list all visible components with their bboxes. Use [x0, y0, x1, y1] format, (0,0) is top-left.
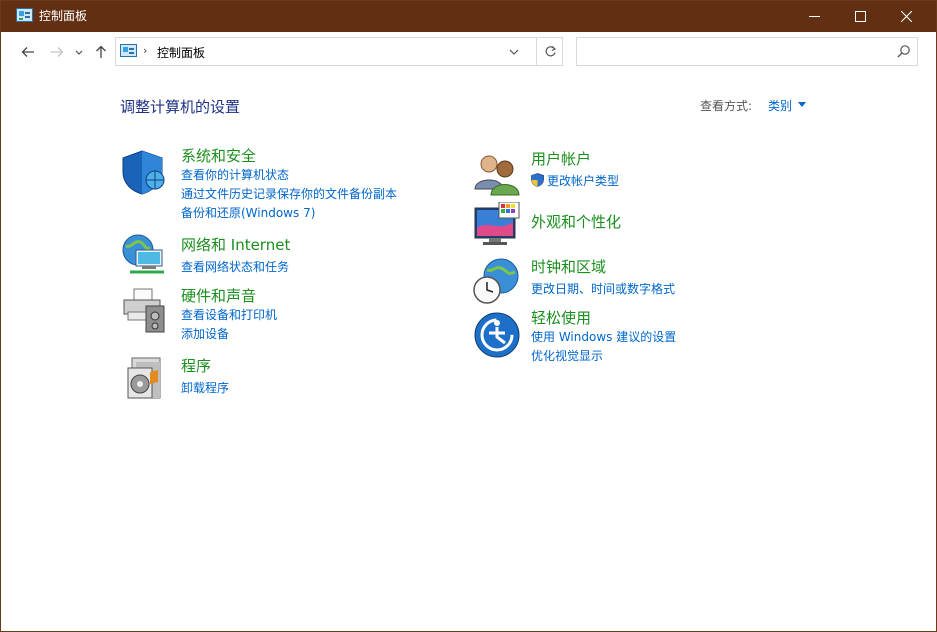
link-optimize-visual-display[interactable]: 优化视觉显示: [531, 349, 603, 364]
link-view-computer-status[interactable]: 查看你的计算机状态: [181, 168, 289, 183]
link-file-history[interactable]: 通过文件历史记录保存你的文件备份副本: [181, 187, 397, 202]
page-title: 调整计算机的设置: [120, 98, 241, 116]
main-content: 调整计算机的设置 查看方式: 类别 系统和安全 查看你的计算机状态 通过文件历史…: [1, 72, 936, 631]
breadcrumb-separator: ›: [143, 44, 148, 57]
link-windows-recommended-settings[interactable]: 使用 Windows 建议的设置: [531, 330, 676, 345]
recent-locations-button[interactable]: [72, 42, 86, 62]
link-network-status[interactable]: 查看网络状态和任务: [181, 260, 289, 275]
ease-of-access-icon[interactable]: [473, 311, 521, 359]
arrow-right-icon: [51, 47, 64, 57]
search-box[interactable]: [576, 37, 918, 66]
caret-down-icon[interactable]: [798, 102, 806, 107]
users-icon[interactable]: [473, 151, 521, 199]
link-change-date-time-format[interactable]: 更改日期、时间或数字格式: [531, 282, 675, 297]
security-shield-icon[interactable]: [120, 148, 168, 196]
refresh-icon: [545, 46, 557, 57]
category-user-accounts[interactable]: 用户帐户: [531, 150, 591, 168]
link-change-account-type[interactable]: 更改帐户类型: [547, 174, 619, 189]
address-dropdown-button[interactable]: [504, 38, 524, 65]
maximize-button[interactable]: [837, 1, 883, 32]
breadcrumb-control-panel[interactable]: 控制面板: [157, 44, 205, 61]
uac-shield-icon: [531, 173, 544, 187]
link-add-device[interactable]: 添加设备: [181, 327, 229, 342]
network-globe-icon[interactable]: [120, 232, 168, 280]
category-appearance-personalization[interactable]: 外观和个性化: [531, 213, 621, 231]
category-clock-region[interactable]: 时钟和区域: [531, 258, 606, 276]
programs-icon[interactable]: [120, 354, 168, 402]
up-button[interactable]: [91, 42, 111, 62]
close-button[interactable]: [883, 1, 929, 32]
title-bar[interactable]: 控制面板: [1, 1, 936, 32]
clock-globe-icon[interactable]: [473, 258, 521, 306]
category-ease-of-access[interactable]: 轻松使用: [531, 309, 591, 327]
category-hardware-sound[interactable]: 硬件和声音: [181, 287, 256, 305]
category-network-internet[interactable]: 网络和 Internet: [181, 236, 290, 254]
link-backup-restore[interactable]: 备份和还原(Windows 7): [181, 206, 315, 221]
printer-speaker-icon[interactable]: [120, 286, 168, 334]
arrow-left-icon: [21, 47, 34, 57]
view-by-dropdown[interactable]: 类别: [768, 97, 792, 114]
view-by-label: 查看方式:: [700, 99, 753, 113]
category-programs[interactable]: 程序: [181, 357, 211, 375]
close-icon: [900, 11, 912, 22]
address-bar[interactable]: › 控制面板: [115, 37, 563, 66]
back-button[interactable]: [18, 42, 38, 62]
search-icon: [897, 45, 910, 58]
maximize-icon: [854, 11, 866, 22]
control-panel-icon: [120, 44, 137, 57]
chevron-down-icon: [75, 50, 83, 55]
link-uninstall-program[interactable]: 卸载程序: [181, 381, 229, 396]
arrow-up-icon: [96, 45, 106, 58]
refresh-button[interactable]: [536, 38, 564, 65]
window-title: 控制面板: [39, 9, 88, 23]
monitor-palette-icon[interactable]: [473, 202, 521, 250]
category-system-security[interactable]: 系统和安全: [181, 147, 256, 165]
control-panel-window: 控制面板 › 控制面板 调整计算机的设置 查看方式: 类别 系统和安全 查看你的…: [0, 0, 937, 632]
control-panel-icon: [16, 8, 33, 22]
minimize-button[interactable]: [791, 1, 837, 32]
chevron-down-icon: [509, 49, 519, 55]
minimize-icon: [808, 16, 820, 17]
forward-button[interactable]: [47, 42, 67, 62]
navigation-bar: › 控制面板: [1, 32, 936, 72]
link-devices-printers[interactable]: 查看设备和打印机: [181, 308, 277, 323]
